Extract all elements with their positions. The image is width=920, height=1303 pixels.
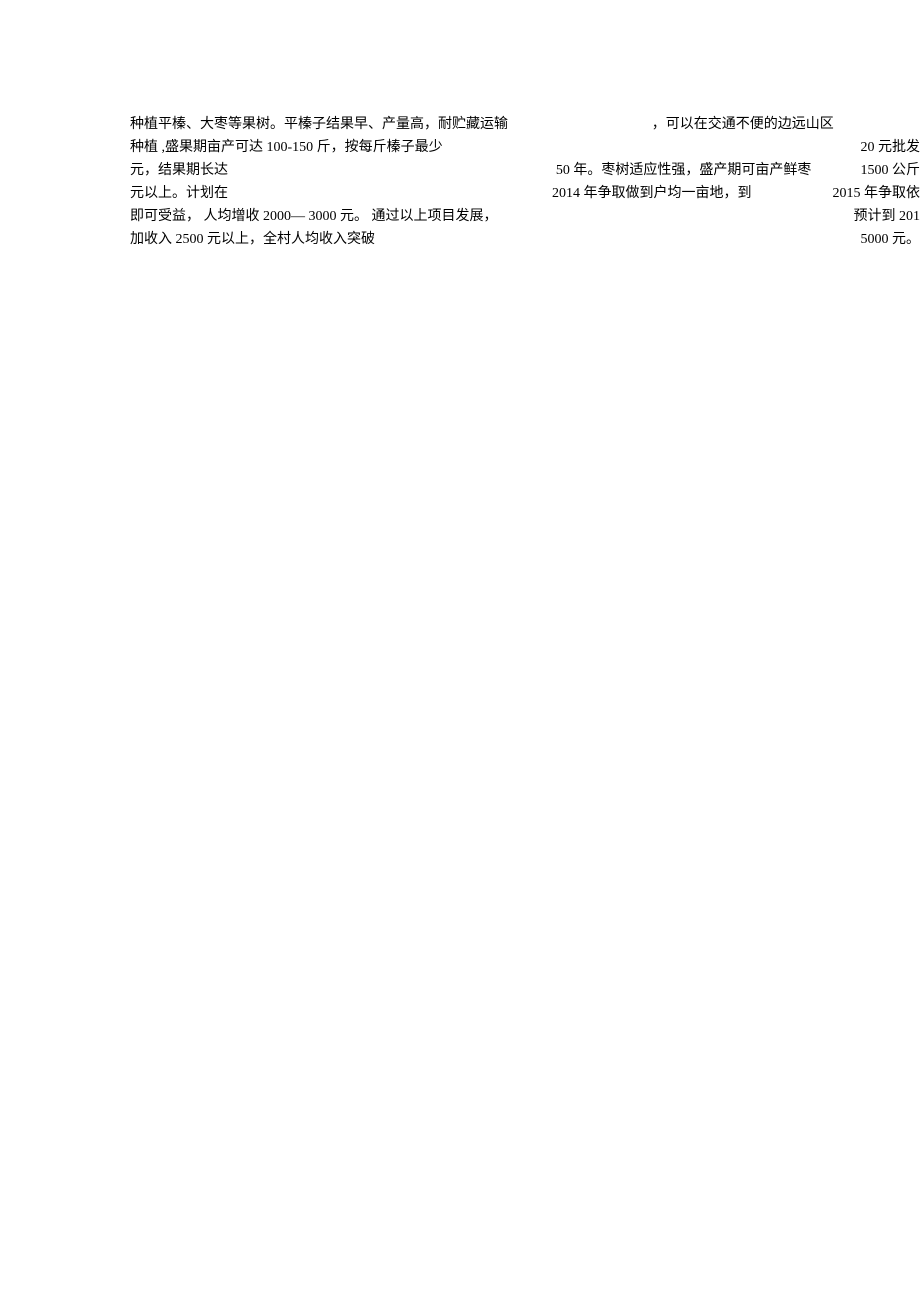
text-segment: 1500 公斤 (861, 159, 920, 182)
text-segment: 50 年。枣树适应性强，盛产期可亩产鲜枣 (556, 159, 812, 182)
text-segment: ，可以在交通不便的边远山区 (652, 113, 834, 136)
text-segment: 种植平榛、大枣等果树。平榛子结果早、产量高，耐贮藏运输 (130, 113, 508, 136)
text-segment: 20 元批发 (861, 136, 920, 159)
text-line: 即可受益， 人均增收 2000— 3000 元。 通过以上项目发展， 预计到 2… (130, 205, 920, 228)
text-segment: 2015 年争取依 (833, 182, 920, 205)
text-segment: 2014 年争取做到户均一亩地，到 (552, 182, 752, 205)
text-segment: 即可受益， 人均增收 2000— 3000 元。 通过以上项目发展， (130, 205, 498, 228)
text-segment: 种植 ,盛果期亩产可达 100-150 斤，按每斤榛子最少 (130, 136, 443, 159)
text-line: 加收入 2500 元以上，全村人均收入突破 5000 元。 (130, 228, 920, 251)
text-segment: 加收入 2500 元以上，全村人均收入突破 (130, 228, 375, 251)
text-line: 种植平榛、大枣等果树。平榛子结果早、产量高，耐贮藏运输 ，可以在交通不便的边远山… (130, 113, 920, 136)
text-segment: 5000 元。 (861, 228, 920, 251)
text-segment: 预计到 201 (854, 205, 920, 228)
document-page: 种植平榛、大枣等果树。平榛子结果早、产量高，耐贮藏运输 ，可以在交通不便的边远山… (130, 113, 920, 252)
text-segment: 元，结果期长达 (130, 159, 228, 182)
text-line: 元，结果期长达 50 年。枣树适应性强，盛产期可亩产鲜枣 1500 公斤 (130, 159, 920, 182)
text-line: 元以上。计划在 2014 年争取做到户均一亩地，到 2015 年争取依 (130, 182, 920, 205)
text-segment: 元以上。计划在 (130, 182, 228, 205)
text-line: 种植 ,盛果期亩产可达 100-150 斤，按每斤榛子最少 20 元批发 (130, 136, 920, 159)
